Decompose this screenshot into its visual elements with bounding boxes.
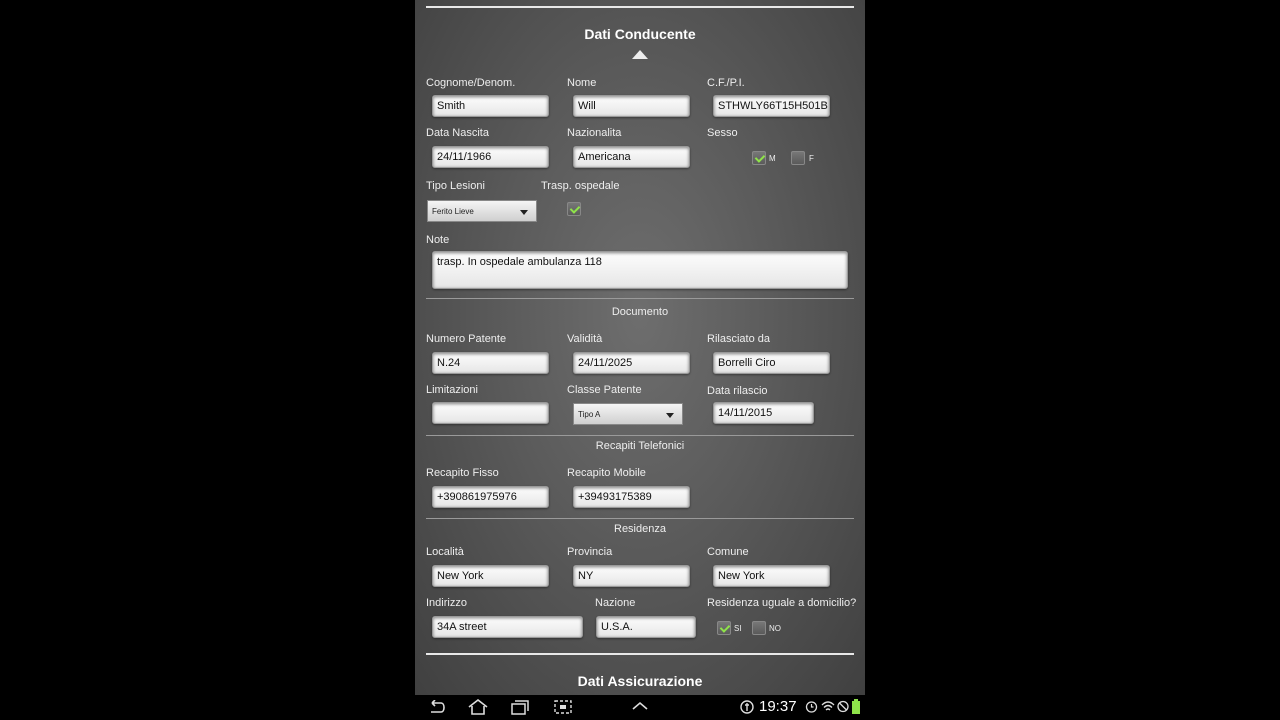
divider [426,298,854,299]
numero-patente-label: Numero Patente [426,333,507,345]
tipo-lesioni-label: Tipo Lesioni [426,180,485,192]
data-nascita-label: Data Nascita [426,127,489,139]
back-icon[interactable] [427,700,447,716]
sesso-label: Sesso [707,127,738,139]
cognome-input[interactable]: Smith [432,95,549,117]
indirizzo-input[interactable]: 34A street [432,616,583,638]
divider [426,518,854,519]
section-divider [426,653,854,655]
rilasciato-input[interactable]: Borrelli Ciro [713,352,830,374]
sesso-m-label: M [769,154,776,163]
chevron-up-icon[interactable] [631,701,649,711]
residenza-no-checkbox[interactable] [752,621,766,635]
top-divider [426,6,854,8]
nazione-label: Nazione [595,597,636,609]
provincia-label: Provincia [567,546,613,558]
recapito-mobile-input[interactable]: +39493175389 [573,486,690,508]
recent-apps-icon[interactable] [510,699,530,715]
residenza-no-label: NO [769,624,781,633]
comune-label: Comune [707,546,749,558]
tipo-lesioni-value: Ferito Lieve [432,207,474,216]
localita-input[interactable]: New York [432,565,549,587]
cf-input[interactable]: STHWLY66T15H501B [713,95,830,117]
residenza-uguale-label: Residenza uguale a domicilio? [707,597,857,609]
validita-input[interactable]: 24/11/2025 [573,352,690,374]
rilasciato-label: Rilasciato da [707,333,770,345]
section-documento: Documento [611,306,669,318]
residenza-si-checkbox[interactable] [717,621,731,635]
clock-text: 19:37 [759,698,797,715]
classe-patente-select[interactable]: Tipo A [573,403,683,425]
tipo-lesioni-select[interactable]: Ferito Lieve [427,200,537,222]
nazionalita-label: Nazionalita [567,127,622,139]
dropdown-arrow-icon [520,210,528,215]
section-residenza: Residenza [614,523,666,535]
nazionalita-input[interactable]: Americana [573,146,690,168]
comune-input[interactable]: New York [713,565,830,587]
sesso-f-checkbox[interactable] [791,151,805,165]
collapse-caret-icon[interactable] [632,50,648,59]
section-title-assicurazione[interactable]: Dati Assicurazione [415,673,865,689]
section-title-conducente[interactable]: Dati Conducente [415,26,865,42]
sesso-f-label: F [809,154,814,163]
provincia-input[interactable]: NY [573,565,690,587]
section-recapiti: Recapiti Telefonici [595,440,685,452]
screenshot-icon[interactable] [553,699,573,715]
cf-label: C.F./P.I. [707,77,745,89]
numero-patente-input[interactable]: N.24 [432,352,549,374]
nome-label: Nome [567,77,597,89]
alarm-icon [805,701,818,713]
limitazioni-input[interactable] [432,402,549,424]
classe-patente-value: Tipo A [578,410,601,419]
nazione-input[interactable]: U.S.A. [596,616,696,638]
recapito-fisso-label: Recapito Fisso [426,467,499,479]
data-rilascio-label: Data rilascio [707,385,768,397]
trasp-ospedale-checkbox[interactable] [567,202,581,216]
note-textarea[interactable]: trasp. In ospedale ambulanza 118 [432,251,848,289]
classe-patente-label: Classe Patente [567,384,642,396]
data-nascita-input[interactable]: 24/11/1966 [432,146,549,168]
home-icon[interactable] [467,699,489,715]
wifi-icon [821,701,835,711]
dropdown-arrow-icon [666,413,674,418]
note-label: Note [426,234,450,246]
indirizzo-label: Indirizzo [426,597,467,609]
localita-label: Località [426,546,464,558]
validita-label: Validità [567,333,603,345]
system-bar: 19:37 [415,695,865,720]
data-rilascio-input[interactable]: 14/11/2015 [713,402,814,424]
nome-input[interactable]: Will [573,95,690,117]
divider [426,435,854,436]
usb-debug-icon [740,700,754,714]
no-signal-icon [837,700,849,713]
sesso-m-checkbox[interactable] [752,151,766,165]
battery-icon [852,699,860,714]
residenza-si-label: SI [734,624,742,633]
limitazioni-label: Limitazioni [426,384,478,396]
cognome-label: Cognome/Denom. [426,77,516,89]
recapito-fisso-input[interactable]: +390861975976 [432,486,549,508]
recapito-mobile-label: Recapito Mobile [567,467,646,479]
form-screen: Dati Conducente Cognome/Denom. Smith Nom… [415,0,865,695]
trasp-ospedale-label: Trasp. ospedale [541,180,620,192]
